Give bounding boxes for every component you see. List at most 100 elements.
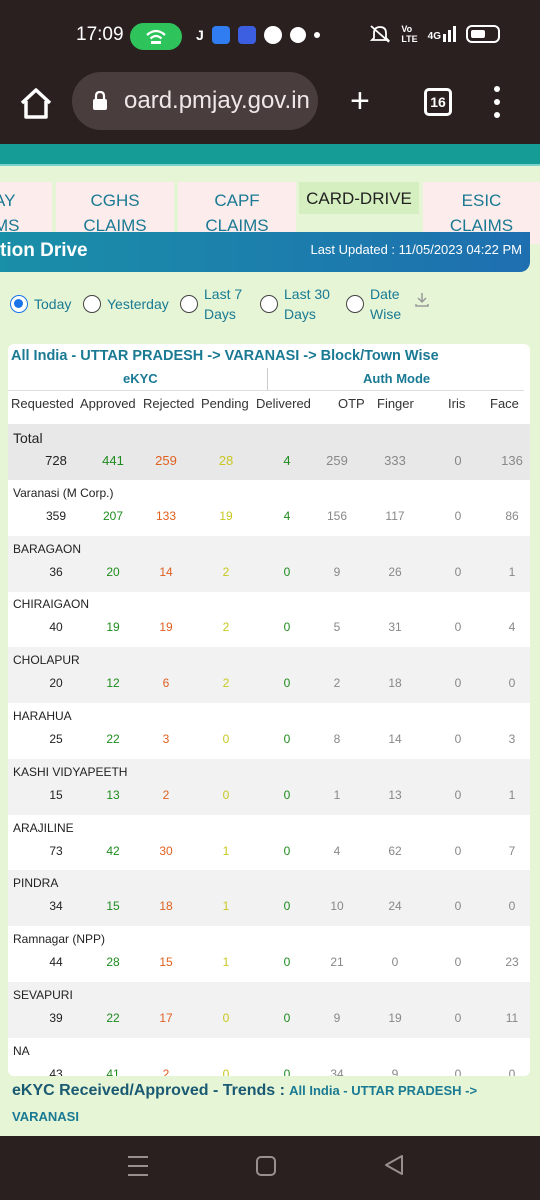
cell-rejected: 14 [159,564,173,579]
table-row[interactable]: CHOLAPUR 20 12 6 2 0 2 18 0 0 [8,647,530,704]
table-row[interactable]: HARAHUA 25 22 3 0 0 8 14 0 3 [8,703,530,759]
back-icon[interactable] [384,1154,404,1176]
filter-label: Yesterday [107,296,169,312]
network-signal-icon: 4G [428,26,456,42]
trends-subtitle-2[interactable]: VARANASI [12,1109,79,1124]
row-name: PINDRA [13,876,59,891]
table-row[interactable]: Varanasi (M Corp.) 359 207 133 19 4 156 117 0 86 [8,480,530,536]
table-row[interactable]: NA 43 41 2 0 0 34 9 0 0 [8,1038,530,1076]
cell-requested: 15 [49,787,63,802]
cell-finger: 9 [391,1066,399,1076]
table-row[interactable]: BARAGAON 36 20 14 2 0 9 26 0 1 [8,535,530,592]
table-row[interactable]: ARAJILINE 73 42 30 1 0 4 62 0 7 [8,815,530,871]
recents-icon[interactable] [128,1156,148,1176]
row-values: 40 19 19 2 0 5 31 0 4 [8,620,530,638]
tab-card-drive[interactable]: CARD-DRIVE [299,182,419,214]
bell-muted-icon [370,25,391,43]
cell-finger: 26 [388,564,402,579]
total-row[interactable]: Total 728 441 259 28 4 259 333 0 136 [8,424,530,480]
cell-otp: 259 [326,453,348,468]
row-name: SEVAPURI [13,988,73,1002]
breadcrumb[interactable]: All India - UTTAR PRADESH -> VARANASI ->… [11,348,439,364]
system-icons: Vo LTE 4G [369,24,500,44]
col-pending: Pending [201,396,249,411]
cell-requested: 44 [49,955,63,970]
cell-finger: 14 [388,732,402,746]
filter-label: Last 30 Days [284,286,330,322]
cell-finger: 333 [384,453,406,468]
filter-yesterday[interactable]: Yesterday [83,294,169,314]
table-row[interactable]: KASHI VIDYAPEETH 15 13 2 0 0 1 13 0 1 [8,758,530,815]
network-type-label: 4G [427,31,441,42]
cell-face: 3 [508,732,516,746]
notification-icons: J [196,26,320,44]
radio-button[interactable] [83,295,101,313]
cell-face: 0 [508,676,516,691]
address-bar[interactable]: oard.pmjay.gov.in [72,72,318,130]
col-requested: Requested [11,396,74,411]
filter-label: Today [34,296,72,312]
col-rejected: Rejected [143,396,195,411]
col-otp: OTP [338,396,365,411]
col-face: Face [490,396,519,411]
tab-label-line1: CGHS [90,191,140,210]
jio-icon: J [196,27,204,43]
download-icon[interactable] [414,292,430,308]
more-menu-icon[interactable] [492,86,502,118]
ekyc-group-header: eKYC [123,371,158,386]
row-values: 728 441 259 28 4 259 333 0 136 [8,453,530,471]
battery-icon [466,25,500,43]
row-values: 359 207 133 19 4 156 117 0 86 [8,509,530,527]
row-values: 20 12 6 2 0 2 18 0 0 [8,676,530,694]
filter-date-wise[interactable]: Date Wise [346,284,406,324]
cell-iris: 0 [454,1011,462,1025]
row-values: 39 22 17 0 0 9 19 0 11 [8,1011,530,1029]
table-row[interactable]: PINDRA 34 15 18 1 0 10 24 0 0 [8,870,530,927]
row-values: 44 28 15 1 0 21 0 0 23 [8,955,530,973]
page-title: tion Drive [0,240,88,261]
radio-button[interactable] [10,295,28,313]
row-name: NA [13,1043,30,1058]
row-name: CHOLAPUR [13,653,80,668]
table-row[interactable]: Ramnagar (NPP) 44 28 15 1 0 21 0 0 23 [8,926,530,982]
filter-today[interactable]: Today [10,294,71,314]
filter-last-30-days[interactable]: Last 30 Days [260,284,336,324]
cell-pending: 0 [222,1066,230,1076]
cell-requested: 359 [45,508,67,523]
cell-otp: 2 [333,676,341,691]
home-nav-icon[interactable] [256,1156,276,1176]
tab-label-line1: CARD-DRIVE [306,189,412,208]
radio-button[interactable] [180,295,198,313]
col-delivered: Delivered [256,396,311,411]
home-icon[interactable] [18,86,54,122]
web-page: AY MS CGHS CLAIMS CAPF CLAIMS CARD-DRIVE… [0,144,540,1136]
new-tab-button[interactable]: + [350,84,370,118]
tab-switcher-button[interactable]: 16 [424,88,452,116]
cell-iris: 0 [454,453,462,468]
cell-approved: 19 [106,620,120,635]
cell-rejected: 133 [155,508,177,523]
auth-mode-group-header: Auth Mode [363,371,431,386]
table-row[interactable]: CHIRAIGAON 40 19 19 2 0 5 31 0 4 [8,591,530,647]
table-row[interactable]: SEVAPURI 39 22 17 0 0 9 19 0 11 [8,982,530,1038]
row-values: 25 22 3 0 0 8 14 0 3 [8,732,530,750]
lock-icon [93,91,107,110]
more-notifications-dot [313,32,320,38]
cell-requested: 25 [49,732,63,746]
cell-otp: 5 [333,620,341,635]
trends-subtitle[interactable]: All India - UTTAR PRADESH -> [289,1083,477,1098]
col-finger: Finger [377,396,414,411]
cell-rejected: 6 [162,676,170,691]
app-notification-icon [211,26,230,44]
filter-last-7-days[interactable]: Last 7 Days [180,284,246,324]
radio-button[interactable] [346,295,364,313]
url-text[interactable]: oard.pmjay.gov.in [124,87,310,115]
cell-pending: 0 [222,787,230,802]
cell-face: 0 [508,899,516,914]
cell-iris: 0 [454,620,462,635]
cell-approved: 22 [106,732,120,746]
radio-button[interactable] [260,295,278,313]
cell-pending: 2 [222,676,230,691]
column-headers: Requested Approved Rejected Pending Deli… [8,394,530,414]
hotspot-indicator [130,23,182,50]
